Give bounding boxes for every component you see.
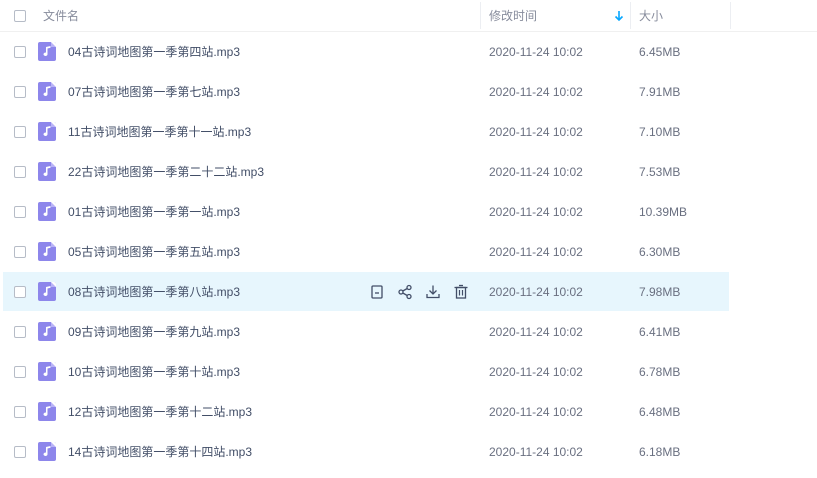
audio-file-icon xyxy=(38,282,56,301)
row-checkbox[interactable] xyxy=(14,406,26,418)
share-icon[interactable] xyxy=(396,283,414,301)
file-row[interactable]: 10古诗词地图第一季第十站.mp3 2020-11-24 10:02 6.78MB xyxy=(0,352,817,392)
audio-file-icon xyxy=(38,162,56,181)
row-checkbox[interactable] xyxy=(14,166,26,178)
file-size: 6.78MB xyxy=(639,365,681,379)
select-all-checkbox[interactable] xyxy=(14,10,26,22)
row-checkbox[interactable] xyxy=(14,446,26,458)
audio-file-icon xyxy=(38,402,56,421)
file-row[interactable]: 08古诗词地图第一季第八站.mp3 2020-11-24 10:02 7.98MB xyxy=(0,272,817,312)
file-size: 7.53MB xyxy=(639,165,681,179)
row-checkbox[interactable] xyxy=(14,246,26,258)
file-name[interactable]: 09古诗词地图第一季第九站.mp3 xyxy=(68,312,240,352)
row-checkbox[interactable] xyxy=(14,366,26,378)
column-header-mtime[interactable]: 修改时间 xyxy=(489,0,537,31)
file-size: 6.45MB xyxy=(639,45,681,59)
file-size: 6.18MB xyxy=(639,445,681,459)
file-mtime: 2020-11-24 10:02 xyxy=(489,125,583,139)
file-name[interactable]: 01古诗词地图第一季第一站.mp3 xyxy=(68,192,240,232)
file-row[interactable]: 01古诗词地图第一季第一站.mp3 2020-11-24 10:02 10.39MB xyxy=(0,192,817,232)
row-checkbox[interactable] xyxy=(14,126,26,138)
column-header-name[interactable]: 文件名 xyxy=(43,0,79,31)
file-name[interactable]: 14古诗词地图第一季第十四站.mp3 xyxy=(68,432,252,472)
file-name[interactable]: 07古诗词地图第一季第七站.mp3 xyxy=(68,72,240,112)
file-mtime: 2020-11-24 10:02 xyxy=(489,205,583,219)
file-row[interactable]: 22古诗词地图第一季第二十二站.mp3 2020-11-24 10:02 7.53M… xyxy=(0,152,817,192)
file-name[interactable]: 12古诗词地图第一季第十二站.mp3 xyxy=(68,392,252,432)
copy-link-icon[interactable] xyxy=(368,283,386,301)
file-size: 6.30MB xyxy=(639,245,681,259)
file-row[interactable]: 11古诗词地图第一季第十一站.mp3 2020-11-24 10:02 7.10MB xyxy=(0,112,817,152)
column-divider xyxy=(630,2,631,29)
file-mtime: 2020-11-24 10:02 xyxy=(489,285,583,299)
file-row[interactable]: 05古诗词地图第一季第五站.mp3 2020-11-24 10:02 6.30MB xyxy=(0,232,817,272)
download-icon[interactable] xyxy=(424,283,442,301)
audio-file-icon xyxy=(38,202,56,221)
row-checkbox[interactable] xyxy=(14,46,26,58)
file-row[interactable]: 12古诗词地图第一季第十二站.mp3 2020-11-24 10:02 6.48MB xyxy=(0,392,817,432)
file-row[interactable]: 04古诗词地图第一季第四站.mp3 2020-11-24 10:02 6.45MB xyxy=(0,32,817,72)
file-mtime: 2020-11-24 10:02 xyxy=(489,245,583,259)
file-row[interactable]: 14古诗词地图第一季第十四站.mp3 2020-11-24 10:02 6.18MB xyxy=(0,432,817,472)
file-size: 7.98MB xyxy=(639,285,681,299)
delete-icon[interactable] xyxy=(452,283,470,301)
file-mtime: 2020-11-24 10:02 xyxy=(489,405,583,419)
file-name[interactable]: 05古诗词地图第一季第五站.mp3 xyxy=(68,232,240,272)
file-name[interactable]: 22古诗词地图第一季第二十二站.mp3 xyxy=(68,152,264,192)
row-checkbox[interactable] xyxy=(14,286,26,298)
file-name[interactable]: 10古诗词地图第一季第十站.mp3 xyxy=(68,352,240,392)
audio-file-icon xyxy=(38,242,56,261)
file-size: 10.39MB xyxy=(639,205,688,219)
audio-file-icon xyxy=(38,42,56,61)
file-mtime: 2020-11-24 10:02 xyxy=(489,325,583,339)
file-size: 6.48MB xyxy=(639,405,681,419)
file-mtime: 2020-11-24 10:02 xyxy=(489,165,583,179)
audio-file-icon xyxy=(38,122,56,141)
file-mtime: 2020-11-24 10:02 xyxy=(489,445,583,459)
audio-file-icon xyxy=(38,362,56,381)
file-name[interactable]: 11古诗词地图第一季第十一站.mp3 xyxy=(68,112,251,152)
row-checkbox[interactable] xyxy=(14,86,26,98)
row-checkbox[interactable] xyxy=(14,326,26,338)
file-size: 7.91MB xyxy=(639,85,681,99)
file-mtime: 2020-11-24 10:02 xyxy=(489,365,583,379)
file-name[interactable]: 04古诗词地图第一季第四站.mp3 xyxy=(68,32,240,72)
file-mtime: 2020-11-24 10:02 xyxy=(489,85,583,99)
audio-file-icon xyxy=(38,322,56,341)
row-checkbox[interactable] xyxy=(14,206,26,218)
file-size: 6.41MB xyxy=(639,325,681,339)
file-size: 7.10MB xyxy=(639,125,681,139)
file-row[interactable]: 07古诗词地图第一季第七站.mp3 2020-11-24 10:02 7.91MB xyxy=(0,72,817,112)
file-row[interactable]: 09古诗词地图第一季第九站.mp3 2020-11-24 10:02 6.41MB xyxy=(0,312,817,352)
column-divider xyxy=(480,2,481,29)
file-mtime: 2020-11-24 10:02 xyxy=(489,45,583,59)
column-divider xyxy=(730,2,731,29)
file-name[interactable]: 08古诗词地图第一季第八站.mp3 xyxy=(68,272,240,312)
audio-file-icon xyxy=(38,442,56,461)
file-list-header: 文件名 修改时间 大小 xyxy=(0,0,817,32)
column-header-size[interactable]: 大小 xyxy=(639,0,663,31)
audio-file-icon xyxy=(38,82,56,101)
arrow-down-icon[interactable] xyxy=(613,9,625,23)
